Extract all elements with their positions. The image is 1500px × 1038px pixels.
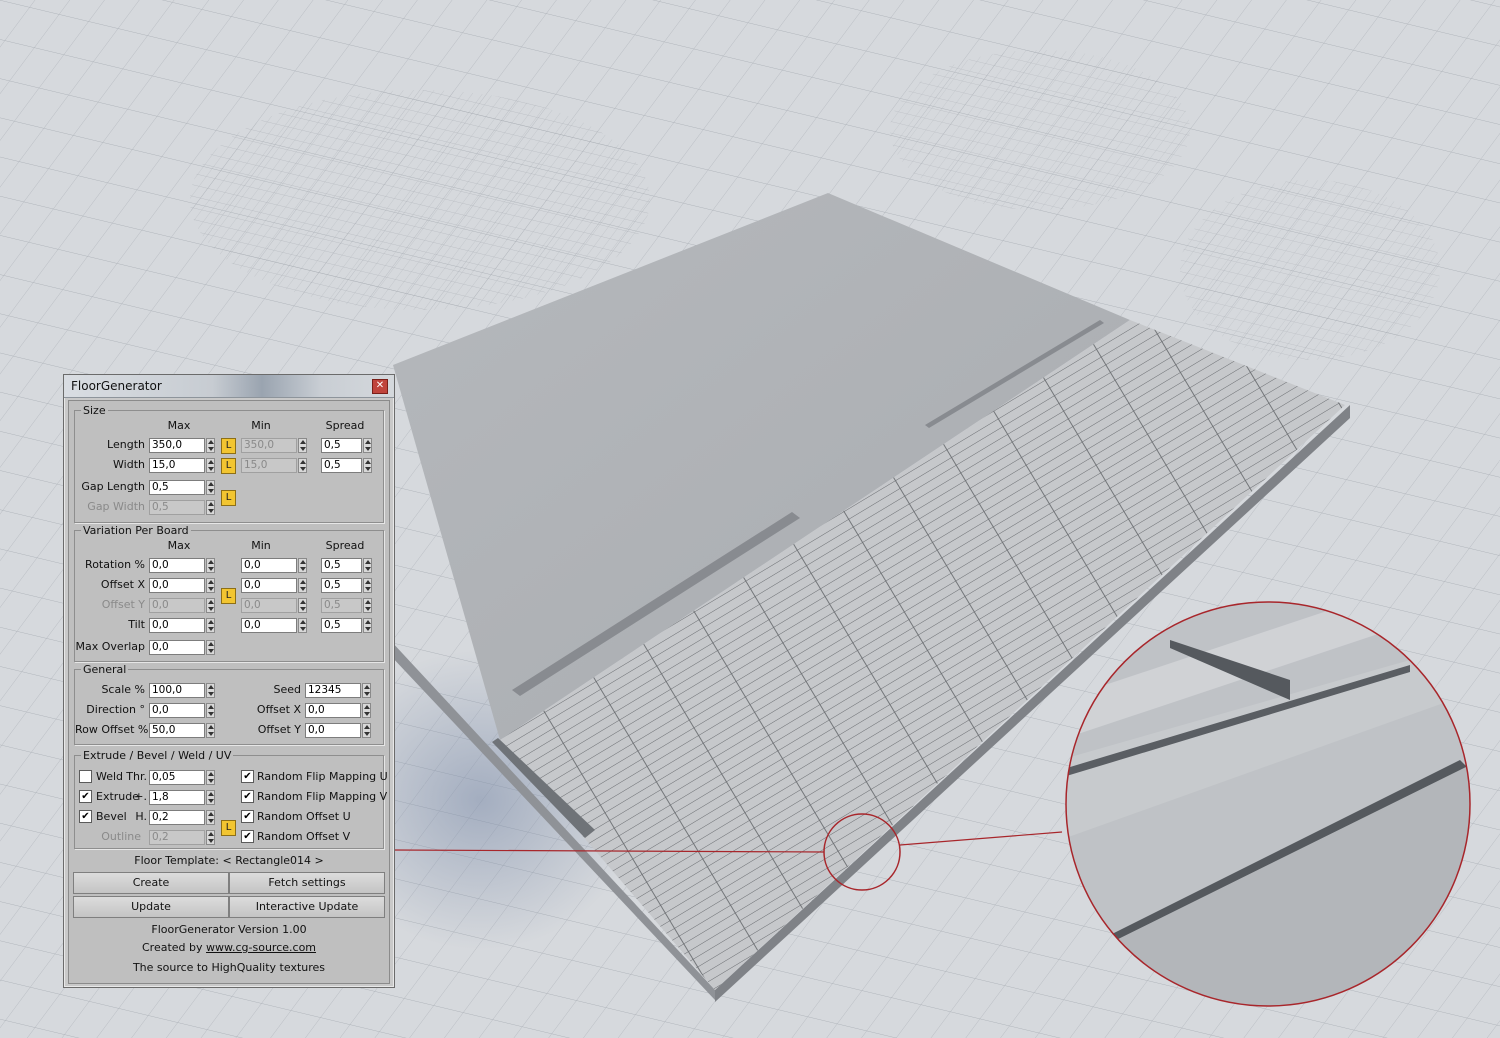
extrude-group: Extrude / Bevel / Weld / UV Weld Thr. 0,… [74,749,388,849]
row-offset-label: Row Offset % [75,723,149,736]
tilt-min-spinner[interactable]: 0,0 [241,618,309,633]
width-label: Width [113,458,145,471]
general-legend: General [81,663,129,676]
length-max-spinner[interactable]: 350,0 [149,438,217,453]
extrude-height-spinner[interactable]: 1,8 [149,790,217,805]
width-min-spinner: 15,0 [241,458,309,473]
tagline-text: The source to HighQuality textures [132,961,326,974]
offset-lock-button[interactable]: L [221,588,236,604]
tilt-label: Tilt [128,618,145,631]
update-button[interactable]: Update [73,896,229,918]
offset-x-spread-spinner[interactable]: 0,5 [321,578,373,593]
offset-x-min-spinner[interactable]: 0,0 [241,578,309,593]
created-by-text: Created by [141,941,207,954]
general-offset-y-label: Offset Y [257,723,301,736]
offset-y-spread-spinner: 0,5 [321,598,373,613]
gap-width-label: Gap Width [87,500,145,513]
offset-y-max-spinner: 0,0 [149,598,217,613]
size-legend: Size [81,404,108,417]
bevel-checkbox[interactable]: ✔ [79,810,92,823]
width-max-spinner[interactable]: 15,0 [149,458,217,473]
bevel-height-spinner[interactable]: 0,2 [149,810,217,825]
tilt-spread-spinner[interactable]: 0,5 [321,618,373,633]
gap-lock-button[interactable]: L [221,490,236,506]
seed-label: Seed [273,683,302,696]
offset-y-min-spinner: 0,0 [241,598,309,613]
max-overlap-label: Max Overlap [75,640,145,653]
tilt-max-spinner[interactable]: 0,0 [149,618,217,633]
gap-length-spinner[interactable]: 0,5 [149,480,217,495]
weld-threshold-label: Thr. [126,770,147,783]
rotation-min-spinner[interactable]: 0,0 [241,558,309,573]
interactive-update-button[interactable]: Interactive Update [229,896,385,918]
bevel-lock-button[interactable]: L [221,820,236,836]
length-lock-button[interactable]: L [221,438,236,454]
variation-header-min: Min [251,539,271,552]
offset-x-label: Offset X [100,578,145,591]
general-group: General Scale % 100,0 Direction ° 0,0 Ro… [74,663,384,745]
size-header-spread: Spread [325,419,365,432]
general-offset-x-spinner[interactable]: 0,0 [305,703,373,718]
created-by-line: Created by www.cg-source.com [69,941,389,955]
size-group: Size Max Min Spread Length 350,0 L 350,0… [74,404,384,523]
width-spread-spinner[interactable]: 0,5 [321,458,373,473]
fetch-settings-button[interactable]: Fetch settings [229,872,385,894]
weld-threshold-spinner[interactable]: 0,05 [149,770,217,785]
dialog-body: Size Max Min Spread Length 350,0 L 350,0… [68,400,390,984]
website-link[interactable]: www.cg-source.com [206,941,316,954]
rotation-max-spinner[interactable]: 0,0 [149,558,217,573]
offset-x-max-spinner[interactable]: 0,0 [149,578,217,593]
extrude-height-label: +. [134,790,147,803]
direction-spinner[interactable]: 0,0 [149,703,217,718]
variation-group: Variation Per Board Max Min Spread Rotat… [74,524,384,662]
version-text: FloorGenerator Version 1.00 [151,923,307,936]
random-offset-u-checkbox[interactable]: ✔ [241,810,254,823]
random-flip-v-label: Random Flip Mapping V [257,790,388,803]
variation-header-spread: Spread [325,539,365,552]
row-offset-spinner[interactable]: 50,0 [149,723,217,738]
general-offset-x-label: Offset X [256,703,301,716]
random-offset-v-label: Random Offset V [257,830,351,843]
random-offset-u-label: Random Offset U [257,810,351,823]
max-overlap-spinner[interactable]: 0,0 [149,640,217,655]
random-offset-v-checkbox[interactable]: ✔ [241,830,254,843]
seed-spinner[interactable]: 12345 [305,683,373,698]
random-flip-v-checkbox[interactable]: ✔ [241,790,254,803]
extrude-checkbox[interactable]: ✔ [79,790,92,803]
rotation-label: Rotation % [85,558,145,571]
rotation-spread-spinner[interactable]: 0,5 [321,558,373,573]
extrude-legend: Extrude / Bevel / Weld / UV [81,749,234,762]
weld-checkbox[interactable] [79,770,92,783]
variation-header-max: Max [167,539,191,552]
width-lock-button[interactable]: L [221,458,236,474]
variation-legend: Variation Per Board [81,524,191,537]
length-min-spinner: 350,0 [241,438,309,453]
length-spread-spinner[interactable]: 0,5 [321,438,373,453]
scale-label: Scale % [101,683,145,696]
gap-length-label: Gap Length [81,480,145,493]
outline-spinner: 0,2 [149,830,217,845]
floor-template-label[interactable]: Floor Template: < Rectangle014 > [69,854,389,868]
floorgenerator-dialog: FloorGenerator ✕ Size Max Min Spread Len… [63,374,395,988]
create-button[interactable]: Create [73,872,229,894]
random-flip-u-label: Random Flip Mapping U [257,770,388,783]
direction-label: Direction ° [86,703,145,716]
size-header-max: Max [167,419,191,432]
size-header-min: Min [251,419,271,432]
dialog-titlebar[interactable]: FloorGenerator ✕ [64,375,394,398]
outline-label: Outline [101,830,141,843]
gap-width-spinner: 0,5 [149,500,217,515]
random-flip-u-checkbox[interactable]: ✔ [241,770,254,783]
close-icon[interactable]: ✕ [372,379,388,394]
scale-spinner[interactable]: 100,0 [149,683,217,698]
bevel-height-label: H. [135,810,147,823]
general-offset-y-spinner[interactable]: 0,0 [305,723,373,738]
length-label: Length [107,438,145,451]
dialog-title: FloorGenerator [71,379,162,393]
offset-y-label: Offset Y [101,598,145,611]
